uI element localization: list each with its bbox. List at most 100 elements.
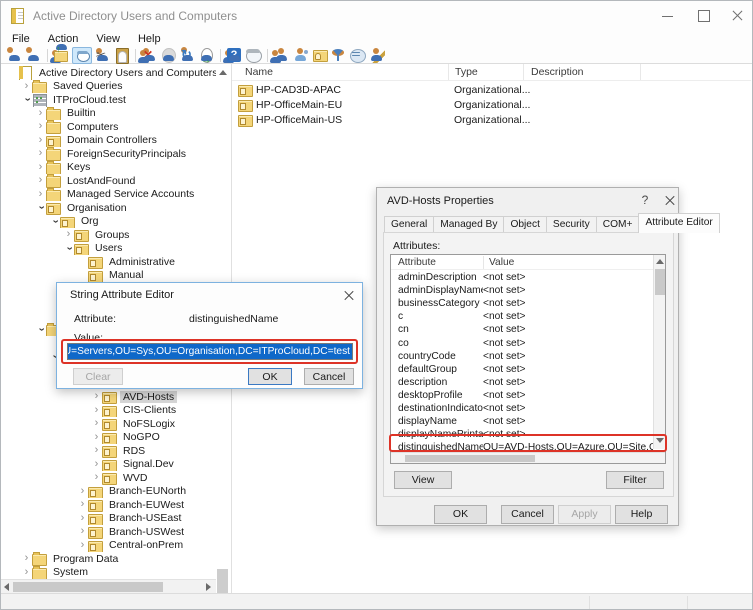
set-filter-icon[interactable] — [330, 47, 347, 63]
delegate-control-icon[interactable] — [368, 47, 385, 63]
tree-item[interactable]: AVD-Hosts — [1, 390, 216, 404]
tree-chevron-icon[interactable] — [91, 459, 102, 470]
delete-icon[interactable] — [141, 47, 158, 63]
tree-chevron-icon[interactable] — [77, 540, 88, 551]
tree-chevron-icon[interactable] — [77, 499, 88, 510]
tab[interactable]: General — [384, 216, 434, 233]
tree-chevron-icon[interactable] — [91, 391, 102, 402]
column-header-description[interactable]: Description — [524, 64, 641, 80]
tree-item[interactable]: Administrative — [1, 255, 216, 269]
help-button[interactable]: Help — [615, 505, 668, 524]
attribute-row[interactable]: desktopProfile <not set> — [391, 389, 653, 402]
tab[interactable]: COM+ — [596, 216, 640, 233]
scroll-right-icon[interactable] — [206, 583, 211, 591]
tree-item[interactable]: LostAndFound — [1, 174, 216, 188]
tree-chevron-icon[interactable] — [91, 432, 102, 443]
tree-chevron-icon[interactable] — [21, 94, 32, 105]
ok-button[interactable]: OK — [434, 505, 487, 524]
view-options-icon[interactable] — [349, 47, 366, 63]
console-window-icon[interactable] — [245, 47, 262, 63]
minimize-button[interactable] — [653, 1, 683, 29]
tree-item[interactable]: Branch-EUWest — [1, 498, 216, 512]
attribute-row[interactable]: description <not set> — [391, 376, 653, 389]
scrollbar-thumb[interactable] — [13, 582, 163, 592]
attributes-horizontal-scrollbar[interactable] — [391, 452, 665, 463]
tree-chevron-icon[interactable] — [91, 405, 102, 416]
attribute-row[interactable]: defaultGroup <not set> — [391, 363, 653, 376]
new-ou-icon[interactable] — [311, 47, 328, 63]
up-one-level-icon[interactable] — [53, 47, 70, 63]
tree-item[interactable]: NoGPO — [1, 431, 216, 445]
help-icon[interactable] — [226, 47, 243, 63]
menu-item[interactable]: Help — [129, 32, 170, 46]
tree-item[interactable]: ForeignSecurityPrincipals — [1, 147, 216, 161]
attribute-row[interactable]: adminDisplayName <not set> — [391, 284, 653, 297]
scroll-left-icon[interactable] — [4, 583, 9, 591]
attribute-row[interactable]: businessCategory <not set> — [391, 297, 653, 310]
tree-item[interactable]: Groups — [1, 228, 216, 242]
tree-item[interactable]: Org — [1, 215, 216, 229]
tab[interactable]: Managed By — [433, 216, 504, 233]
tree-item[interactable]: Program Data — [1, 552, 216, 566]
attribute-row[interactable]: adminDescription <not set> — [391, 271, 653, 284]
tree-chevron-icon[interactable] — [49, 216, 60, 227]
refresh-icon[interactable] — [179, 47, 196, 63]
tree-item[interactable]: Builtin — [1, 107, 216, 121]
list-item[interactable]: HP-OfficeMain-US Organizational... — [232, 112, 751, 127]
tree-chevron-icon[interactable] — [77, 513, 88, 524]
tree-item[interactable]: WVD — [1, 471, 216, 485]
tree-item[interactable]: Branch-EUNorth — [1, 485, 216, 499]
tree-item[interactable]: Branch-USEast — [1, 512, 216, 526]
scroll-up-icon[interactable] — [656, 259, 664, 264]
tree-horizontal-scrollbar[interactable] — [1, 579, 216, 593]
dialog-close-icon[interactable] — [338, 287, 360, 305]
tree-chevron-icon[interactable] — [91, 418, 102, 429]
show-console-tree-icon[interactable] — [72, 47, 92, 64]
dialog-close-icon[interactable] — [659, 192, 681, 210]
column-header-attribute[interactable]: Attribute — [398, 257, 436, 268]
tree-chevron-icon[interactable] — [21, 567, 32, 578]
tree-chevron-icon[interactable] — [35, 202, 46, 213]
list-item[interactable]: HP-CAD3D-APAC Organizational... — [232, 82, 751, 97]
tree-item[interactable]: RDS — [1, 444, 216, 458]
forward-icon[interactable] — [25, 47, 42, 63]
ok-button[interactable]: OK — [248, 368, 292, 385]
view-button[interactable]: View — [394, 471, 452, 489]
tree-item[interactable]: Manual — [1, 269, 216, 283]
column-header-name[interactable]: Name — [232, 64, 449, 80]
tree-chevron-icon[interactable] — [63, 243, 74, 254]
tree-item[interactable]: Managed Service Accounts — [1, 188, 216, 202]
tree-chevron-icon[interactable] — [35, 324, 46, 335]
value-input[interactable]: =Azure,OU=Site,OU=Servers,OU=Sys,OU=Orga… — [67, 343, 353, 360]
tree-chevron-icon[interactable] — [35, 162, 46, 173]
tree-item[interactable]: Central-onPrem — [1, 539, 216, 553]
tree-chevron-icon[interactable] — [21, 81, 32, 92]
tree-item[interactable]: NoFSLogix — [1, 417, 216, 431]
maximize-button[interactable] — [689, 1, 719, 29]
scrollbar-thumb[interactable] — [655, 269, 665, 295]
tree-item[interactable]: Computers — [1, 120, 216, 134]
new-user-icon[interactable] — [273, 47, 290, 63]
cancel-button[interactable]: Cancel — [304, 368, 354, 385]
column-header-type[interactable]: Type — [449, 64, 524, 80]
tree-chevron-icon[interactable] — [77, 486, 88, 497]
menu-item[interactable]: View — [87, 32, 129, 46]
tab[interactable]: Attribute Editor — [638, 213, 719, 233]
cancel-button[interactable]: Cancel — [501, 505, 554, 524]
attribute-row[interactable]: countryCode <not set> — [391, 350, 653, 363]
tree-item[interactable]: Organisation — [1, 201, 216, 215]
dialog-help-button[interactable]: ? — [635, 193, 655, 211]
tree-item[interactable]: Saved Queries — [1, 80, 216, 94]
close-button[interactable] — [723, 1, 753, 29]
tree-chevron-icon[interactable] — [91, 472, 102, 483]
back-icon[interactable] — [6, 47, 23, 63]
tree-chevron-icon[interactable] — [35, 121, 46, 132]
tree-chevron-icon[interactable] — [35, 108, 46, 119]
column-header-value[interactable]: Value — [489, 257, 514, 268]
tree-chevron-icon[interactable] — [63, 229, 74, 240]
tree-chevron-icon[interactable] — [35, 175, 46, 186]
tree-chevron-icon[interactable] — [35, 135, 46, 146]
tree-chevron-icon[interactable] — [35, 148, 46, 159]
attribute-row[interactable]: co <not set> — [391, 336, 653, 349]
tree-item[interactable]: Keys — [1, 161, 216, 175]
